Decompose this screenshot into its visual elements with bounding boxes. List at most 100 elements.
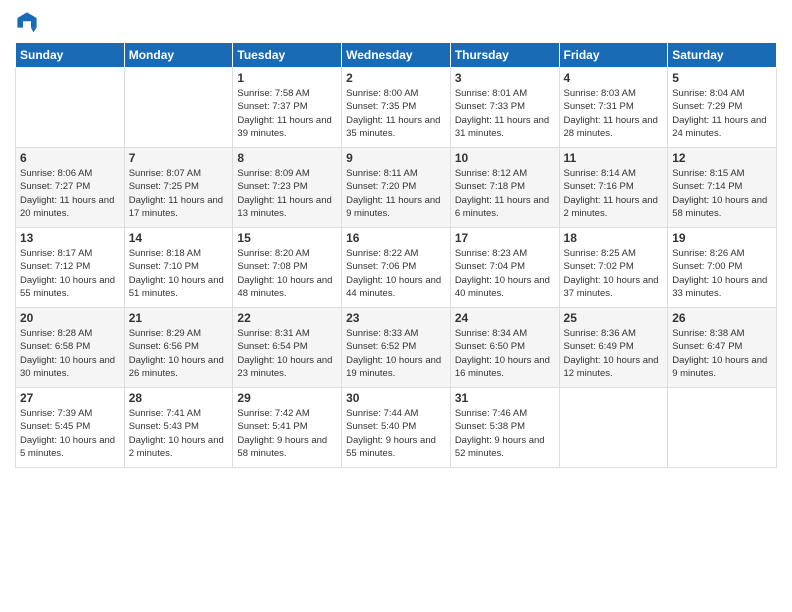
calendar-cell: 10 Sunrise: 8:12 AMSunset: 7:18 PMDayligh… (450, 148, 559, 228)
weekday-header-thursday: Thursday (450, 43, 559, 68)
day-number: 1 (237, 71, 337, 85)
calendar-cell: 24 Sunrise: 8:34 AMSunset: 6:50 PMDayligh… (450, 308, 559, 388)
day-info: Sunrise: 8:22 AMSunset: 7:06 PMDaylight:… (346, 247, 446, 300)
calendar-cell: 30 Sunrise: 7:44 AMSunset: 5:40 PMDayligh… (342, 388, 451, 468)
calendar-cell: 17 Sunrise: 8:23 AMSunset: 7:04 PMDayligh… (450, 228, 559, 308)
day-info: Sunrise: 8:20 AMSunset: 7:08 PMDaylight:… (237, 247, 337, 300)
day-info: Sunrise: 8:36 AMSunset: 6:49 PMDaylight:… (564, 327, 664, 380)
day-info: Sunrise: 8:28 AMSunset: 6:58 PMDaylight:… (20, 327, 120, 380)
day-number: 11 (564, 151, 664, 165)
calendar-table: SundayMondayTuesdayWednesdayThursdayFrid… (15, 42, 777, 468)
day-number: 10 (455, 151, 555, 165)
logo (15, 10, 43, 34)
weekday-header-wednesday: Wednesday (342, 43, 451, 68)
calendar-cell: 26 Sunrise: 8:38 AMSunset: 6:47 PMDayligh… (668, 308, 777, 388)
day-number: 12 (672, 151, 772, 165)
day-info: Sunrise: 8:01 AMSunset: 7:33 PMDaylight:… (455, 87, 555, 140)
calendar-cell: 23 Sunrise: 8:33 AMSunset: 6:52 PMDayligh… (342, 308, 451, 388)
day-number: 22 (237, 311, 337, 325)
day-number: 16 (346, 231, 446, 245)
calendar-cell: 18Sunrise: 8:25 AMSunset: 7:02 PMDayligh… (559, 228, 668, 308)
day-info: Sunrise: 8:14 AMSunset: 7:16 PMDaylight:… (564, 167, 664, 220)
day-number: 4 (564, 71, 664, 85)
day-info: Sunrise: 8:18 AMSunset: 7:10 PMDaylight:… (129, 247, 229, 300)
calendar-cell: 14 Sunrise: 8:18 AMSunset: 7:10 PMDayligh… (124, 228, 233, 308)
calendar-cell: 25 Sunrise: 8:36 AMSunset: 6:49 PMDayligh… (559, 308, 668, 388)
calendar-cell: 6 Sunrise: 8:06 AMSunset: 7:27 PMDaylight… (16, 148, 125, 228)
day-number: 17 (455, 231, 555, 245)
day-number: 6 (20, 151, 120, 165)
calendar-cell: 4Sunrise: 8:03 AMSunset: 7:31 PMDaylight… (559, 68, 668, 148)
day-number: 19 (672, 231, 772, 245)
calendar-cell: 27 Sunrise: 7:39 AMSunset: 5:45 PMDayligh… (16, 388, 125, 468)
weekday-header-sunday: Sunday (16, 43, 125, 68)
day-number: 18 (564, 231, 664, 245)
day-number: 30 (346, 391, 446, 405)
calendar-cell: 29 Sunrise: 7:42 AMSunset: 5:41 PMDayligh… (233, 388, 342, 468)
calendar-cell: 7 Sunrise: 8:07 AMSunset: 7:25 PMDaylight… (124, 148, 233, 228)
day-number: 7 (129, 151, 229, 165)
day-info: Sunrise: 8:15 AMSunset: 7:14 PMDaylight:… (672, 167, 772, 220)
calendar-cell (559, 388, 668, 468)
calendar-cell: 9 Sunrise: 8:11 AMSunset: 7:20 PMDaylight… (342, 148, 451, 228)
day-info: Sunrise: 7:46 AMSunset: 5:38 PMDaylight:… (455, 407, 555, 460)
calendar-cell: 15 Sunrise: 8:20 AMSunset: 7:08 PMDayligh… (233, 228, 342, 308)
day-number: 23 (346, 311, 446, 325)
calendar-cell: 20 Sunrise: 8:28 AMSunset: 6:58 PMDayligh… (16, 308, 125, 388)
day-info: Sunrise: 8:11 AMSunset: 7:20 PMDaylight:… (346, 167, 446, 220)
day-info: Sunrise: 8:04 AMSunset: 7:29 PMDaylight:… (672, 87, 772, 140)
calendar-cell: 1 Sunrise: 7:58 AMSunset: 7:37 PMDaylight… (233, 68, 342, 148)
day-number: 15 (237, 231, 337, 245)
weekday-header-tuesday: Tuesday (233, 43, 342, 68)
day-number: 26 (672, 311, 772, 325)
day-number: 9 (346, 151, 446, 165)
day-info: Sunrise: 8:26 AMSunset: 7:00 PMDaylight:… (672, 247, 772, 300)
day-info: Sunrise: 8:33 AMSunset: 6:52 PMDaylight:… (346, 327, 446, 380)
calendar-cell: 21 Sunrise: 8:29 AMSunset: 6:56 PMDayligh… (124, 308, 233, 388)
calendar-cell (16, 68, 125, 148)
calendar-cell: 22 Sunrise: 8:31 AMSunset: 6:54 PMDayligh… (233, 308, 342, 388)
weekday-header-friday: Friday (559, 43, 668, 68)
day-number: 8 (237, 151, 337, 165)
weekday-header-saturday: Saturday (668, 43, 777, 68)
calendar-cell: 11 Sunrise: 8:14 AMSunset: 7:16 PMDayligh… (559, 148, 668, 228)
day-info: Sunrise: 8:31 AMSunset: 6:54 PMDaylight:… (237, 327, 337, 380)
calendar-cell (668, 388, 777, 468)
calendar-cell: 16 Sunrise: 8:22 AMSunset: 7:06 PMDayligh… (342, 228, 451, 308)
day-info: Sunrise: 7:58 AMSunset: 7:37 PMDaylight:… (237, 87, 337, 140)
day-number: 21 (129, 311, 229, 325)
calendar-cell: 8Sunrise: 8:09 AMSunset: 7:23 PMDaylight… (233, 148, 342, 228)
day-info: Sunrise: 7:44 AMSunset: 5:40 PMDaylight:… (346, 407, 446, 460)
day-number: 25 (564, 311, 664, 325)
day-number: 28 (129, 391, 229, 405)
day-number: 20 (20, 311, 120, 325)
day-info: Sunrise: 7:42 AMSunset: 5:41 PMDaylight:… (237, 407, 337, 460)
day-info: Sunrise: 8:34 AMSunset: 6:50 PMDaylight:… (455, 327, 555, 380)
calendar-cell: 12 Sunrise: 8:15 AMSunset: 7:14 PMDayligh… (668, 148, 777, 228)
day-number: 13 (20, 231, 120, 245)
day-info: Sunrise: 8:12 AMSunset: 7:18 PMDaylight:… (455, 167, 555, 220)
day-info: Sunrise: 8:29 AMSunset: 6:56 PMDaylight:… (129, 327, 229, 380)
calendar-cell: 19 Sunrise: 8:26 AMSunset: 7:00 PMDayligh… (668, 228, 777, 308)
page-header (15, 10, 777, 34)
day-info: Sunrise: 7:39 AMSunset: 5:45 PMDaylight:… (20, 407, 120, 460)
calendar-cell: 3 Sunrise: 8:01 AMSunset: 7:33 PMDaylight… (450, 68, 559, 148)
day-number: 29 (237, 391, 337, 405)
day-info: Sunrise: 8:23 AMSunset: 7:04 PMDaylight:… (455, 247, 555, 300)
calendar-cell (124, 68, 233, 148)
day-number: 31 (455, 391, 555, 405)
day-info: Sunrise: 8:38 AMSunset: 6:47 PMDaylight:… (672, 327, 772, 380)
day-info: Sunrise: 8:06 AMSunset: 7:27 PMDaylight:… (20, 167, 120, 220)
calendar-cell: 28 Sunrise: 7:41 AMSunset: 5:43 PMDayligh… (124, 388, 233, 468)
calendar-cell: 13 Sunrise: 8:17 AMSunset: 7:12 PMDayligh… (16, 228, 125, 308)
day-info: Sunrise: 8:07 AMSunset: 7:25 PMDaylight:… (129, 167, 229, 220)
day-number: 14 (129, 231, 229, 245)
day-number: 27 (20, 391, 120, 405)
day-info: Sunrise: 7:41 AMSunset: 5:43 PMDaylight:… (129, 407, 229, 460)
day-info: Sunrise: 8:00 AMSunset: 7:35 PMDaylight:… (346, 87, 446, 140)
logo-icon (15, 10, 39, 34)
calendar-cell: 31 Sunrise: 7:46 AMSunset: 5:38 PMDayligh… (450, 388, 559, 468)
day-number: 24 (455, 311, 555, 325)
day-info: Sunrise: 8:17 AMSunset: 7:12 PMDaylight:… (20, 247, 120, 300)
day-number: 3 (455, 71, 555, 85)
